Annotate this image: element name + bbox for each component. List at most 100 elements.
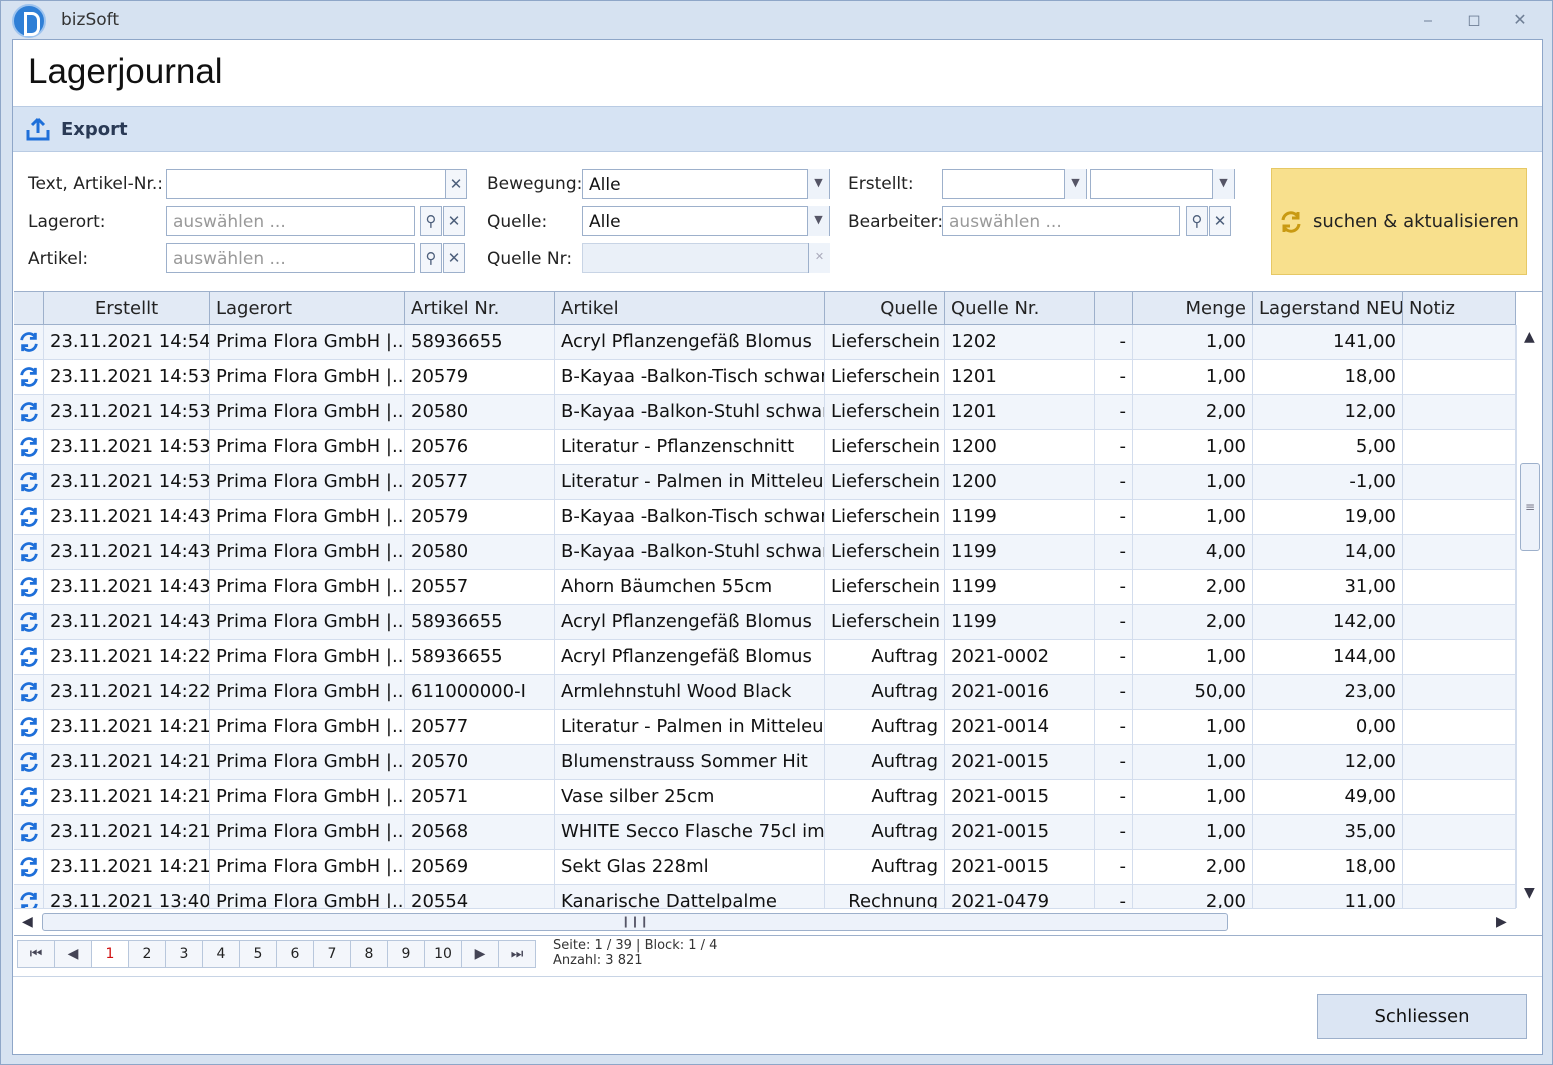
scroll-up-icon[interactable]: ▲	[1524, 329, 1535, 345]
column-header-artikel[interactable]: Artikel	[555, 292, 825, 325]
close-window-icon[interactable]: ✕	[1509, 9, 1531, 31]
table-row[interactable]: 23.11.2021 14:21 Prima Flora GmbH |... 205…	[14, 780, 1516, 815]
cell-lagerort: Prima Flora GmbH |...	[210, 710, 405, 745]
table-row[interactable]: 23.11.2021 14:22 Prima Flora GmbH |... 611…	[14, 675, 1516, 710]
table-row[interactable]: 23.11.2021 14:21 Prima Flora GmbH |... 205…	[14, 815, 1516, 850]
table-row[interactable]: 23.11.2021 14:43 Prima Flora GmbH |... 589…	[14, 605, 1516, 640]
cell-menge: 1,00	[1133, 430, 1253, 465]
table-row[interactable]: 23.11.2021 14:43 Prima Flora GmbH |... 205…	[14, 570, 1516, 605]
cell-menge: 1,00	[1133, 815, 1253, 850]
main-content: Lagerjournal Export Text, Artikel-Nr.: ✕…	[12, 39, 1543, 1055]
bewegung-select[interactable]: Alle ▼	[582, 169, 830, 199]
first-page-icon[interactable]: ⏮	[17, 940, 55, 968]
table-row[interactable]: 23.11.2021 14:53 Prima Flora GmbH |... 205…	[14, 465, 1516, 500]
page-button-8[interactable]: 8	[350, 940, 388, 968]
prev-page-icon[interactable]: ◀	[54, 940, 92, 968]
cell-notiz	[1403, 745, 1516, 780]
cell-lagerort: Prima Flora GmbH |...	[210, 815, 405, 850]
close-button[interactable]: Schliessen	[1317, 994, 1527, 1039]
cell-menge: 1,00	[1133, 640, 1253, 675]
column-header-erstellt[interactable]: Erstellt	[44, 292, 210, 325]
search-refresh-button[interactable]: suchen & aktualisieren	[1271, 168, 1527, 275]
page-button-5[interactable]: 5	[239, 940, 277, 968]
column-header-artikel-nr[interactable]: Artikel Nr.	[405, 292, 555, 325]
cell-quelle-nr: 1200	[945, 430, 1095, 465]
column-header-lagerstand-neu[interactable]: Lagerstand NEU	[1253, 292, 1403, 325]
cell-menge: 50,00	[1133, 675, 1253, 710]
column-header-notiz[interactable]: Notiz	[1403, 292, 1516, 325]
vertical-scroll-thumb[interactable]: ≡	[1520, 463, 1540, 551]
horizontal-scroll-thumb[interactable]: ❙❙❙	[42, 913, 1228, 931]
cell-erstellt: 23.11.2021 14:53	[44, 395, 210, 430]
erstellt-to-input[interactable]: ▼	[1090, 169, 1235, 199]
table-row[interactable]: 23.11.2021 14:53 Prima Flora GmbH |... 205…	[14, 395, 1516, 430]
page-button-1[interactable]: 1	[91, 940, 129, 968]
refresh-icon	[20, 402, 38, 422]
page-button-3[interactable]: 3	[165, 940, 203, 968]
bearbeiter-search-icon[interactable]: ⚲	[1186, 206, 1208, 236]
scroll-down-icon[interactable]: ▼	[1524, 885, 1535, 901]
horizontal-scrollbar[interactable]: ◀ ❙❙❙ ▶	[14, 908, 1516, 935]
maximize-icon[interactable]: ◻	[1463, 9, 1485, 31]
next-page-icon[interactable]: ▶	[461, 940, 499, 968]
refresh-icon	[20, 752, 38, 772]
table-row[interactable]: 23.11.2021 14:21 Prima Flora GmbH |... 205…	[14, 850, 1516, 885]
cell-lagerstand-neu: 144,00	[1253, 640, 1403, 675]
artikel-clear-icon[interactable]: ✕	[443, 243, 465, 273]
minimize-icon[interactable]: ⎯	[1417, 9, 1439, 31]
table-row[interactable]: 23.11.2021 14:21 Prima Flora GmbH |... 205…	[14, 710, 1516, 745]
page-button-4[interactable]: 4	[202, 940, 240, 968]
cell-artikel: Ahorn Bäumchen 55cm	[555, 570, 825, 605]
refresh-icon	[20, 717, 38, 737]
page-button-10[interactable]: 10	[424, 940, 462, 968]
table-row[interactable]: 23.11.2021 14:43 Prima Flora GmbH |... 205…	[14, 535, 1516, 570]
artikel-input[interactable]: auswählen ...	[166, 243, 415, 273]
row-icon-cell	[14, 570, 44, 605]
scroll-right-icon[interactable]: ▶	[1496, 914, 1507, 930]
table-row[interactable]: 23.11.2021 14:54 Prima Flora GmbH |... 589…	[14, 325, 1516, 360]
cell-notiz	[1403, 605, 1516, 640]
text-filter-input[interactable]	[166, 169, 446, 199]
column-header-menge[interactable]: Menge	[1133, 292, 1253, 325]
page-button-7[interactable]: 7	[313, 940, 351, 968]
page-button-2[interactable]: 2	[128, 940, 166, 968]
quelle-select[interactable]: Alle ▼	[582, 206, 830, 236]
lagerort-search-icon[interactable]: ⚲	[420, 206, 442, 236]
lagerort-clear-icon[interactable]: ✕	[443, 206, 465, 236]
vertical-scrollbar[interactable]: ▲ ≡ ▼	[1516, 325, 1542, 908]
cell-richtung: -	[1095, 570, 1133, 605]
table-row[interactable]: 23.11.2021 14:22 Prima Flora GmbH |... 589…	[14, 640, 1516, 675]
chevron-down-icon[interactable]: ▼	[807, 169, 829, 199]
column-header-lagerort[interactable]: Lagerort	[210, 292, 405, 325]
scroll-left-icon[interactable]: ◀	[22, 914, 33, 930]
lagerort-input[interactable]: auswählen ...	[166, 206, 415, 236]
export-button[interactable]: Export	[19, 113, 134, 145]
row-icon-cell	[14, 605, 44, 640]
table-row[interactable]: 23.11.2021 14:43 Prima Flora GmbH |... 205…	[14, 500, 1516, 535]
chevron-down-icon[interactable]: ▼	[1212, 169, 1234, 199]
column-header-richtung[interactable]	[1095, 292, 1133, 325]
artikel-search-icon[interactable]: ⚲	[420, 243, 442, 273]
cell-artikel: B-Kayaa -Balkon-Stuhl schwarz	[555, 395, 825, 430]
table-row[interactable]: 23.11.2021 14:53 Prima Flora GmbH |... 205…	[14, 360, 1516, 395]
column-header-quelle[interactable]: Quelle	[825, 292, 945, 325]
chevron-down-icon[interactable]: ▼	[807, 206, 829, 236]
last-page-icon[interactable]: ⏭	[498, 940, 536, 968]
table-row[interactable]: 23.11.2021 14:53 Prima Flora GmbH |... 205…	[14, 430, 1516, 465]
cell-richtung: -	[1095, 745, 1133, 780]
cell-quelle-nr: 1199	[945, 500, 1095, 535]
chevron-down-icon[interactable]: ▼	[1064, 169, 1086, 199]
erstellt-from-input[interactable]: ▼	[942, 169, 1087, 199]
bearbeiter-clear-icon[interactable]: ✕	[1209, 206, 1231, 236]
cell-erstellt: 23.11.2021 14:21	[44, 745, 210, 780]
table-row[interactable]: 23.11.2021 14:21 Prima Flora GmbH |... 205…	[14, 745, 1516, 780]
row-icon-cell	[14, 430, 44, 465]
page-button-6[interactable]: 6	[276, 940, 314, 968]
bearbeiter-input[interactable]: auswählen ...	[942, 206, 1180, 236]
clear-text-icon[interactable]: ✕	[445, 169, 467, 199]
cell-menge: 2,00	[1133, 570, 1253, 605]
bewegung-label: Bewegung:	[487, 174, 583, 194]
refresh-icon	[20, 787, 38, 807]
page-button-9[interactable]: 9	[387, 940, 425, 968]
column-header-quelle-nr[interactable]: Quelle Nr.	[945, 292, 1095, 325]
